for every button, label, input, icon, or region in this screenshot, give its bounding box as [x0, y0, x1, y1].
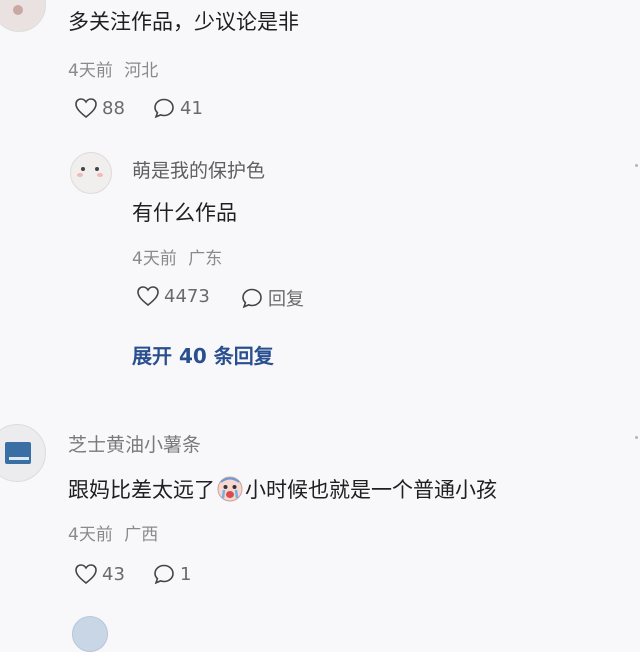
speech-bubble-icon — [152, 563, 176, 585]
reply-button[interactable]: 41 — [152, 97, 203, 119]
comment-meta: 4天前 广西 — [68, 520, 158, 545]
heart-outline-icon — [136, 285, 160, 307]
more-options-icon[interactable] — [635, 164, 638, 167]
expand-replies-link[interactable]: 展开 40 条回复 — [132, 340, 274, 369]
avatar[interactable] — [72, 616, 108, 652]
reply-like-button[interactable]: 4473 — [136, 285, 210, 307]
comment-region: 广西 — [124, 525, 159, 545]
speech-bubble-icon — [240, 287, 264, 309]
comment-region: 河北 — [124, 61, 159, 81]
reply-meta: 4天前 广东 — [132, 244, 222, 269]
reply-count: 41 — [180, 97, 203, 119]
crying-face-emoji — [217, 476, 243, 502]
reply-reply-label: 回复 — [268, 289, 304, 310]
heart-outline-icon — [74, 97, 98, 119]
reply-reply-button[interactable]: 回复 — [240, 285, 304, 311]
like-button[interactable]: 88 — [74, 97, 125, 119]
reply-count: 1 — [180, 563, 192, 585]
comment-nickname[interactable]: 芝士黄油小薯条 — [68, 430, 201, 457]
book-icon — [5, 442, 31, 464]
comment-text-after: 小时候也就是一个普通小孩 — [245, 478, 497, 502]
avatar[interactable] — [0, 424, 46, 482]
reply-text: 有什么作品 — [132, 201, 237, 225]
heart-outline-icon — [74, 563, 98, 585]
comment-text: 跟妈比差太远了 小时候也就是一个普通小孩 — [68, 474, 497, 504]
like-count: 43 — [102, 563, 125, 585]
reply-avatar[interactable] — [70, 152, 112, 194]
like-count: 88 — [102, 97, 125, 119]
speech-bubble-icon — [152, 97, 176, 119]
more-options-icon[interactable] — [635, 436, 638, 439]
reply-region: 广东 — [188, 249, 223, 269]
reply-like-count: 4473 — [164, 285, 210, 307]
comment-meta: 4天前 河北 — [68, 56, 158, 81]
comment-time: 4天前 — [68, 61, 113, 81]
comment-time: 4天前 — [68, 525, 113, 545]
reply-button[interactable]: 1 — [152, 563, 191, 585]
avatar[interactable] — [0, 0, 46, 32]
like-button[interactable]: 43 — [74, 563, 125, 585]
reply-time: 4天前 — [132, 249, 177, 269]
comment-text: 多关注作品，少议论是非 — [68, 10, 299, 34]
reply-nickname[interactable]: 萌是我的保护色 — [132, 156, 265, 183]
comment-text-before: 跟妈比差太远了 — [68, 478, 215, 502]
